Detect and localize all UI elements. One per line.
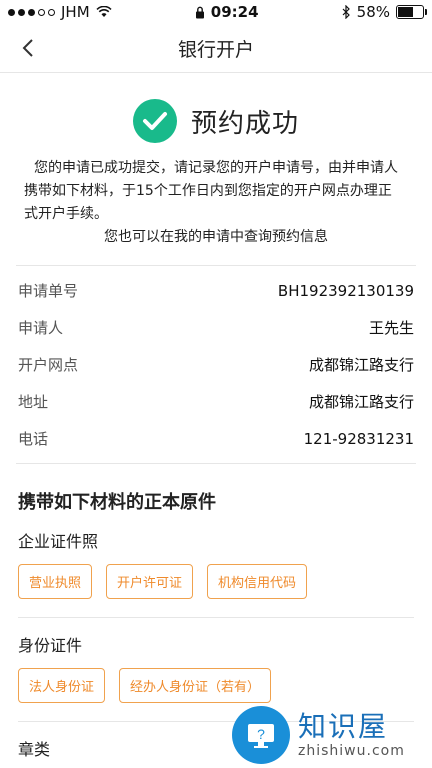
page-title: 银行开户 [177, 38, 254, 61]
status-bar: JHM 09:24 58% [0, 0, 432, 24]
info-value: 成都锦江路支行 [308, 356, 414, 374]
info-row-branch: 开户网点 成都锦江路支行 [18, 346, 414, 383]
status-left: JHM [8, 3, 112, 21]
group-title: 身份证件 [18, 636, 83, 655]
watermark: ? 知识屋 zhishiwu.com [232, 702, 432, 768]
signal-strength-icon [8, 8, 55, 16]
tag-agent-id: 经办人身份证（若有） [119, 668, 272, 703]
svg-text:?: ? [257, 726, 265, 742]
info-row-application-number: 申请单号 BH192392130139 [18, 272, 414, 309]
notice-line: 您也可以在我的申请中查询预约信息 [104, 229, 328, 245]
info-label: 地址 [18, 393, 49, 411]
notice-line: 式开户手续。 [24, 206, 108, 222]
info-row-applicant: 申请人 王先生 [18, 309, 414, 346]
battery-icon [396, 5, 427, 19]
battery-percent: 58% [356, 3, 390, 21]
info-value: 成都锦江路支行 [308, 393, 414, 411]
back-button[interactable] [12, 32, 44, 64]
clock-time: 09:24 [210, 3, 259, 21]
wifi-icon [96, 6, 112, 17]
info-label: 申请人 [18, 319, 64, 337]
group-title: 企业证件照 [18, 532, 99, 551]
info-value: 121-92831231 [303, 429, 414, 448]
watermark-en: zhishiwu.com [298, 743, 405, 759]
notice-text: 您的申请已成功提交，请记录您的开户申请号，由并申请人 携带如下材料，于15个工作… [0, 157, 432, 249]
carrier-name: JHM [61, 3, 90, 21]
watermark-cn: 知识屋 [298, 710, 389, 743]
success-title: 预约成功 [190, 108, 299, 139]
info-value: 王先生 [368, 319, 414, 337]
info-row-address: 地址 成都锦江路支行 [18, 383, 414, 420]
tag-business-license: 营业执照 [18, 564, 93, 599]
tag-credit-code: 机构信用代码 [207, 564, 308, 599]
info-label: 开户网点 [18, 356, 79, 374]
info-label: 申请单号 [18, 282, 79, 300]
status-right: 58% [342, 3, 427, 21]
watermark-logo-icon: ? [232, 706, 290, 764]
tag-list: 营业执照 开户许可证 机构信用代码 [18, 564, 414, 613]
info-row-phone: 电话 121-92831231 [18, 420, 414, 457]
materials-title: 携带如下材料的正本原件 [18, 492, 216, 513]
watermark-text: 知识屋 zhishiwu.com [298, 710, 405, 760]
lock-icon [195, 6, 204, 18]
status-center: 09:24 [195, 3, 259, 21]
success-check-icon [132, 99, 177, 143]
materials-group-enterprise: 企业证件照 营业执照 开户许可证 机构信用代码 [0, 528, 432, 618]
application-info: 申请单号 BH192392130139 申请人 王先生 开户网点 成都锦江路支行… [16, 265, 416, 463]
notice-line: 携带如下材料，于15个工作日内到您指定的开户网点办理正 [24, 183, 392, 199]
divider [18, 617, 414, 618]
info-label: 电话 [18, 430, 49, 448]
tag-legal-person-id: 法人身份证 [18, 668, 106, 703]
success-header: 预约成功 [0, 99, 432, 143]
chevron-left-icon [22, 39, 33, 57]
tag-account-permit: 开户许可证 [106, 564, 194, 599]
info-value: BH192392130139 [277, 281, 414, 300]
notice-line: 您的申请已成功提交，请记录您的开户申请号，由并申请人 [34, 160, 398, 176]
nav-bar: 银行开户 [0, 24, 432, 73]
bluetooth-icon [342, 5, 350, 19]
